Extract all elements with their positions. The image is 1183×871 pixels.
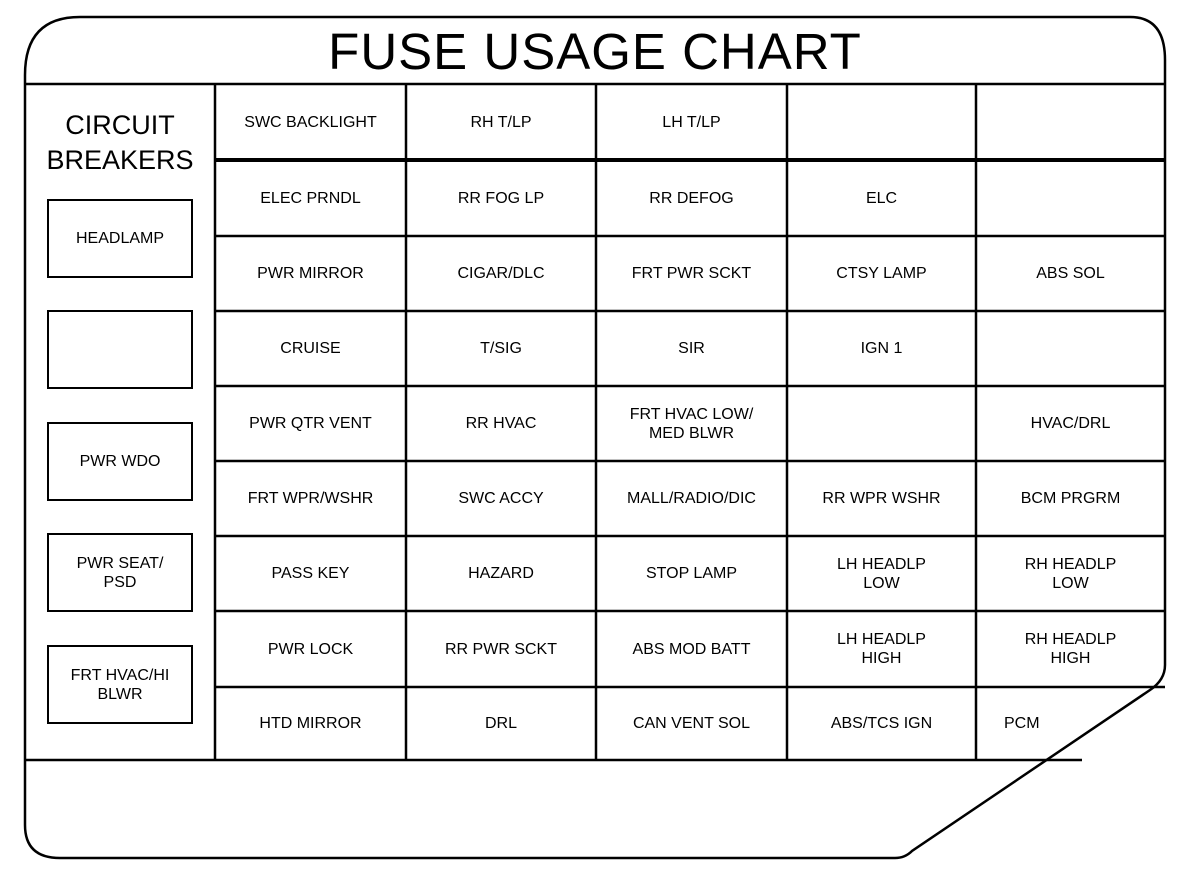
fuse-cell [976,160,1165,236]
fuse-cell [976,84,1165,160]
fuse-label: RR DEFOG [649,189,734,207]
breaker-label: FRT HVAC/HI BLWR [70,666,170,703]
fuse-cell: ELEC PRNDL [215,160,406,236]
fuse-cell: PWR MIRROR [215,236,406,311]
breaker-label: PWR WDO [79,453,161,470]
breaker-slot: HEADLAMP [47,199,193,278]
fuse-label: RH HEADLP LOW [1024,555,1117,592]
circuit-breakers-heading: CIRCUIT BREAKERS [25,108,215,178]
fuse-cell: ABS MOD BATT [596,611,787,687]
fuse-cell: CIGAR/DLC [406,236,596,311]
fuse-cell: LH HEADLP HIGH [787,611,976,687]
chart-title: FUSE USAGE CHART [328,23,862,80]
fuse-cell: RR FOG LP [406,160,596,236]
fuse-cell: SIR [596,311,787,386]
fuse-cell: PWR LOCK [215,611,406,687]
fuse-label: ABS MOD BATT [632,640,751,658]
fuse-cell: STOP LAMP [596,536,787,611]
fuse-label: PCM [1004,715,1040,732]
fuse-label: CTSY LAMP [836,265,927,282]
fuse-cell: T/SIG [406,311,596,386]
fuse-label: HAZARD [468,565,534,582]
fuse-label: LH T/LP [662,113,721,131]
fuse-cell: RH HEADLP HIGH [976,611,1165,687]
fuse-cell: DRL [406,687,596,760]
fuse-cell: SWC BACKLIGHT [215,84,406,160]
fuse-label: IGN 1 [860,340,903,357]
fuse-cell [787,386,976,461]
fuse-cell: RR WPR WSHR [787,461,976,536]
fuse-label: T/SIG [480,340,522,357]
fuse-label: ELC [865,189,898,207]
fuse-cell: PWR QTR VENT [215,386,406,461]
breaker-slot [47,310,193,389]
fuse-label: SIR [678,340,705,357]
fuse-label: ABS SOL [1036,265,1105,282]
fuse-label: STOP LAMP [646,565,737,582]
fuse-label: ELEC PRNDL [260,189,361,207]
fuse-cell: MALL/RADIO/DIC [596,461,787,536]
fuse-label: PWR QTR VENT [249,415,372,432]
breaker-slot: PWR WDO [47,422,193,501]
fuse-cell: SWC ACCY [406,461,596,536]
fuse-label: HVAC/DRL [1030,415,1111,432]
fuse-label: FRT WPR/WSHR [247,490,374,507]
fuse-cell: RR DEFOG [596,160,787,236]
fuse-cell: HVAC/DRL [976,386,1165,461]
fuse-label: RH HEADLP HIGH [1024,631,1117,667]
fuse-label: RR HVAC [465,415,537,432]
fuse-cell: ABS/TCS IGN [787,687,976,760]
fuse-cell: ABS SOL [976,236,1165,311]
fuse-cell: CAN VENT SOL [596,687,787,760]
fuse-cell: PASS KEY [215,536,406,611]
fuse-cell: BCM PRGRM [976,461,1165,536]
fuse-cell: RR HVAC [406,386,596,461]
breaker-label: HEADLAMP [75,230,165,247]
fuse-cell [976,311,1165,386]
fuse-label: CAN VENT SOL [632,715,751,732]
fuse-cell [787,84,976,160]
fuse-label: CRUISE [280,340,341,357]
fuse-label: PWR MIRROR [257,265,364,282]
fuse-cell: IGN 1 [787,311,976,386]
fuse-cell: CRUISE [215,311,406,386]
fuse-cell: RR PWR SCKT [406,611,596,687]
fuse-label: PWR LOCK [267,640,354,658]
fuse-label: MALL/RADIO/DIC [627,490,756,507]
fuse-label: FRT PWR SCKT [631,265,752,282]
fuse-cell: LH T/LP [596,84,787,160]
fuse-label: RR WPR WSHR [822,490,941,507]
fuse-cell: LH HEADLP LOW [787,536,976,611]
circuit-breakers-heading-line2: BREAKERS [46,145,194,175]
fuse-label: ABS/TCS IGN [830,715,933,732]
fuse-label: RH T/LP [470,113,532,131]
fuse-cell: CTSY LAMP [787,236,976,311]
fuse-cell: ELC [787,160,976,236]
fuse-label: SWC BACKLIGHT [244,113,377,131]
breaker-slot: PWR SEAT/ PSD [47,533,193,612]
fuse-label: DRL [484,715,517,732]
fuse-cell: PCM [976,687,1165,760]
fuse-cell: FRT HVAC LOW/ MED BLWR [596,386,787,461]
fuse-cell: RH T/LP [406,84,596,160]
fuse-cell: HTD MIRROR [215,687,406,760]
fuse-cell: FRT WPR/WSHR [215,461,406,536]
fuse-label: LH HEADLP LOW [837,555,926,592]
fuse-label: SWC ACCY [458,490,544,507]
fuse-label: BCM PRGRM [1020,490,1121,507]
fuse-label: CIGAR/DLC [457,265,545,282]
fuse-cell: HAZARD [406,536,596,611]
fuse-label: HTD MIRROR [259,715,362,732]
fuse-label: PASS KEY [271,565,350,582]
breaker-slot: FRT HVAC/HI BLWR [47,645,193,724]
fuse-label: FRT HVAC LOW/ MED BLWR [629,405,754,442]
fuse-cell: FRT PWR SCKT [596,236,787,311]
fuse-label: RR PWR SCKT [445,640,557,658]
fuse-cell: RH HEADLP LOW [976,536,1165,611]
fuse-label: RR FOG LP [457,189,545,207]
breaker-label: PWR SEAT/ PSD [76,554,164,591]
fuse-label: LH HEADLP HIGH [837,631,926,667]
circuit-breakers-heading-line1: CIRCUIT [65,110,175,140]
